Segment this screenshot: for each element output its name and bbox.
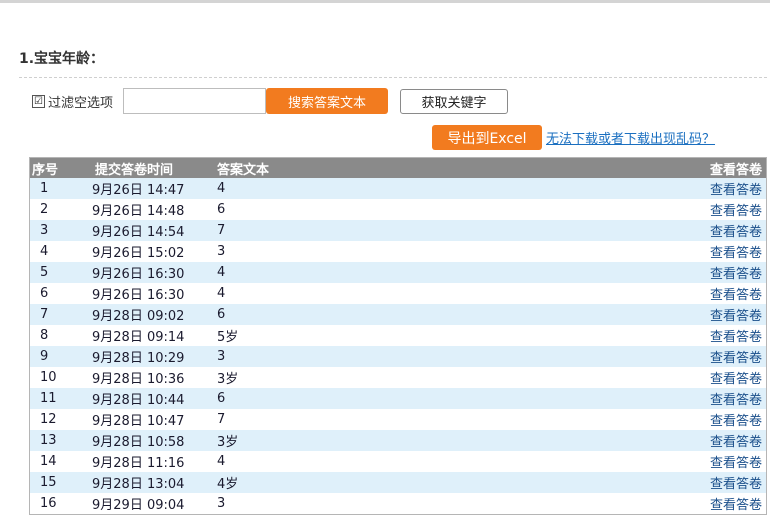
table-row: 1 9月26日 14:47 4 查看答卷 [30,178,766,199]
row-number: 6 [40,286,49,301]
row-submit-time: 9月28日 09:14 [92,330,185,345]
table-row: 12 9月28日 10:47 7 查看答卷 [30,409,766,430]
view-answer-link[interactable]: 查看答卷 [682,325,766,346]
view-answer-link[interactable]: 查看答卷 [682,241,766,262]
row-number: 9 [40,349,49,364]
row-number: 11 [40,391,57,406]
row-submit-time: 9月28日 10:58 [92,435,185,450]
row-answer-text: 7 [217,223,226,238]
table-row: 7 9月28日 09:02 6 查看答卷 [30,304,766,325]
divider [19,77,767,78]
view-answer-link[interactable]: 查看答卷 [682,451,766,472]
row-submit-time: 9月26日 14:47 [92,183,185,198]
row-answer-text: 4岁 [217,477,239,492]
row-answer-text: 3 [217,244,226,259]
table-row: 9 9月28日 10:29 3 查看答卷 [30,346,766,367]
view-answer-link[interactable]: 查看答卷 [682,409,766,430]
table-row: 11 9月28日 10:44 6 查看答卷 [30,388,766,409]
row-submit-time: 9月28日 13:04 [92,477,185,492]
view-answer-link[interactable]: 查看答卷 [682,220,766,241]
row-number: 5 [40,265,49,280]
row-number: 2 [40,202,49,217]
row-submit-time: 9月26日 16:30 [92,267,185,282]
export-excel-button[interactable]: 导出到Excel [432,125,542,150]
view-answer-link[interactable]: 查看答卷 [682,178,766,199]
view-answer-link[interactable]: 查看答卷 [682,304,766,325]
row-number: 10 [40,370,57,385]
row-submit-time: 9月28日 10:29 [92,351,185,366]
row-answer-text: 7 [217,412,226,427]
view-answer-link[interactable]: 查看答卷 [682,199,766,220]
row-submit-time: 9月28日 09:02 [92,309,185,324]
table-row: 8 9月28日 09:14 5岁 查看答卷 [30,325,766,346]
row-submit-time: 9月29日 09:04 [92,498,185,513]
header-view-answer: 查看答卷 [709,162,762,178]
row-submit-time: 9月28日 10:44 [92,393,185,408]
row-submit-time: 9月28日 10:36 [92,372,185,387]
header-submit-time: 提交答卷时间 [95,162,174,178]
row-answer-text: 3 [217,496,226,511]
row-answer-text: 3 [217,349,226,364]
row-answer-text: 5岁 [217,330,239,345]
question-title: 1.宝宝年龄： [19,51,105,67]
row-submit-time: 9月26日 15:02 [92,246,185,261]
row-submit-time: 9月26日 14:54 [92,225,185,240]
row-answer-text: 4 [217,181,226,196]
view-answer-link[interactable]: 查看答卷 [682,367,766,388]
row-answer-text: 6 [217,202,226,217]
row-answer-text: 6 [217,307,226,322]
filter-empty-label: 过滤空选项 [48,96,114,111]
row-submit-time: 9月26日 14:48 [92,204,185,219]
row-number: 16 [40,496,57,511]
header-answer-text: 答案文本 [217,162,270,178]
row-number: 12 [40,412,57,427]
row-answer-text: 6 [217,391,226,406]
filter-empty-checkbox-wrap[interactable]: ☑ 过滤空选项 [32,92,113,111]
table-row: 5 9月26日 16:30 4 查看答卷 [30,262,766,283]
row-number: 13 [40,433,57,448]
table-row: 15 9月28日 13:04 4岁 查看答卷 [30,472,766,493]
view-answer-link[interactable]: 查看答卷 [682,493,766,514]
row-answer-text: 4 [217,286,226,301]
row-submit-time: 9月28日 11:16 [92,456,185,471]
table-row: 3 9月26日 14:54 7 查看答卷 [30,220,766,241]
row-number: 4 [40,244,49,259]
table-row: 2 9月26日 14:48 6 查看答卷 [30,199,766,220]
table-row: 16 9月29日 09:04 3 查看答卷 [30,493,766,514]
row-number: 15 [40,475,57,490]
table-row: 10 9月28日 10:36 3岁 查看答卷 [30,367,766,388]
table-row: 4 9月26日 15:02 3 查看答卷 [30,241,766,262]
view-answer-link[interactable]: 查看答卷 [682,262,766,283]
row-answer-text: 3岁 [217,372,239,387]
view-answer-link[interactable]: 查看答卷 [682,346,766,367]
top-border [0,0,770,3]
table-header-row: 序号 提交答卷时间 答案文本 查看答卷 [30,158,766,178]
row-answer-text: 4 [217,454,226,469]
row-submit-time: 9月26日 16:30 [92,288,185,303]
row-answer-text: 4 [217,265,226,280]
answer-search-input[interactable] [123,88,266,114]
answers-table: 序号 提交答卷时间 答案文本 查看答卷 1 9月26日 14:47 4 查看答卷 2 9月… [29,157,767,515]
get-keywords-button[interactable]: 获取关键字 [400,89,508,114]
row-number: 3 [40,223,49,238]
row-number: 14 [40,454,57,469]
header-number: 序号 [32,162,59,178]
table-row: 6 9月26日 16:30 4 查看答卷 [30,283,766,304]
view-answer-link[interactable]: 查看答卷 [682,283,766,304]
table-row: 13 9月28日 10:58 3岁 查看答卷 [30,430,766,451]
search-answer-button[interactable]: 搜索答案文本 [266,88,388,114]
row-number: 7 [40,307,49,322]
table-row: 14 9月28日 11:16 4 查看答卷 [30,451,766,472]
row-answer-text: 3岁 [217,435,239,450]
row-number: 1 [40,181,49,196]
row-submit-time: 9月28日 10:47 [92,414,185,429]
view-answer-link[interactable]: 查看答卷 [682,430,766,451]
download-help-link[interactable]: 无法下载或者下载出现乱码？ [546,128,715,147]
row-number: 8 [40,328,49,343]
view-answer-link[interactable]: 查看答卷 [682,472,766,493]
view-answer-link[interactable]: 查看答卷 [682,388,766,409]
filter-empty-checkbox[interactable]: ☑ [32,95,45,108]
table-body: 1 9月26日 14:47 4 查看答卷 2 9月26日 14:48 6 查看答卷 3 9月26日… [30,178,766,514]
